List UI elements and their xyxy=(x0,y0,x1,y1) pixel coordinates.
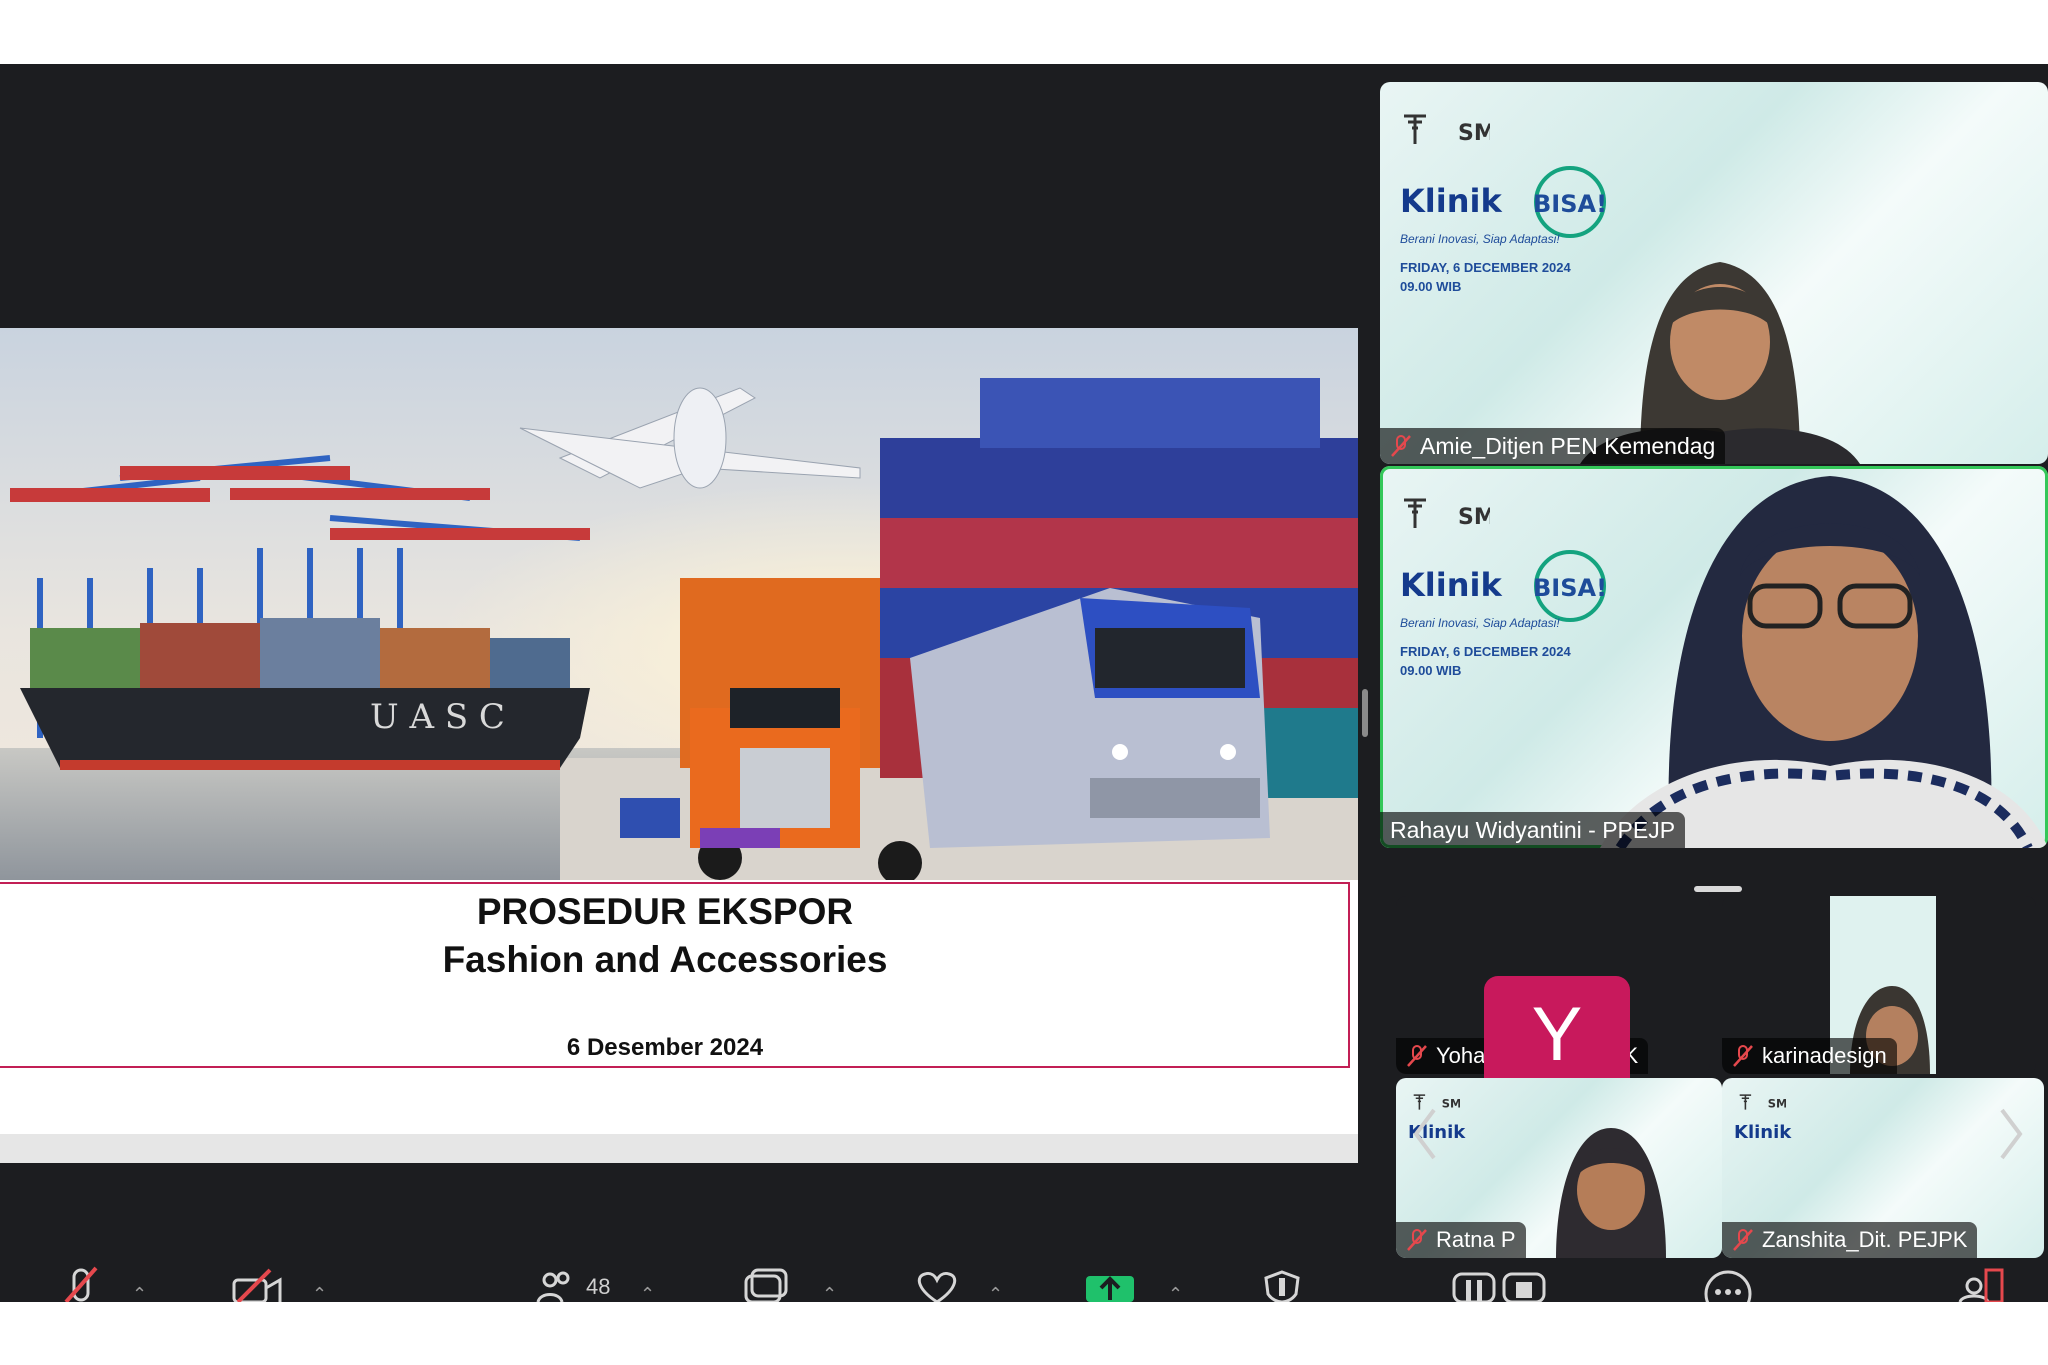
participant-name: Ratna P xyxy=(1436,1227,1516,1252)
video-tile-karinadesign[interactable]: karinadesign xyxy=(1722,896,2036,1074)
backdrop-tagline: Berani Inovasi, Siap Adaptasi! xyxy=(1400,616,1560,630)
organizer-logos-icon: SMS xyxy=(1739,1094,1786,1111)
mic-muted-icon xyxy=(1391,435,1411,457)
bisa-badge-icon: BISA! xyxy=(1533,166,1607,238)
leave-or-apps-icon[interactable] xyxy=(1956,1264,2008,1302)
svg-text:SMS: SMS xyxy=(1458,121,1490,146)
svg-text:SMS: SMS xyxy=(1768,1097,1786,1111)
mic-muted-icon xyxy=(1733,1229,1753,1251)
backdrop-date: FRIDAY, 6 DECEMBER 2024 09.00 WIB xyxy=(1400,642,1571,680)
avatar: Y xyxy=(1484,976,1630,1094)
meeting-window: U A S C PROSEDUR EKSPOR Fashion and Acce… xyxy=(0,64,2048,1302)
participant-name-tag: Ratna P xyxy=(1396,1222,1526,1258)
backdrop-klinik-text: Klinik xyxy=(1734,1122,1792,1143)
mic-muted-icon xyxy=(1733,1045,1753,1067)
organizer-logos-icon: SMS xyxy=(1404,498,1490,530)
chat-icon[interactable] xyxy=(740,1264,788,1302)
participant-name: Rahayu Widyantini - PPEJP xyxy=(1390,817,1676,843)
video-tile-rahayu[interactable]: SMS Klinik BISA! Berani Inovasi, Siap Ad… xyxy=(1380,466,2048,848)
video-tile-amie[interactable]: SMS Klinik BISA! Berani Inovasi, Siap Ad… xyxy=(1380,82,2048,464)
slide-title-box: PROSEDUR EKSPOR Fashion and Accessories … xyxy=(0,882,1350,1068)
backdrop-time-line: 09.00 WIB xyxy=(1400,663,1462,678)
video-tile-ratna[interactable]: SMS Klinik Ratna P xyxy=(1396,1078,1722,1258)
video-off-icon[interactable] xyxy=(230,1264,286,1302)
backdrop-tagline: Berani Inovasi, Siap Adaptasi! xyxy=(1400,232,1560,246)
participants-count: 48 xyxy=(586,1274,611,1299)
shared-screen[interactable]: U A S C PROSEDUR EKSPOR Fashion and Acce… xyxy=(0,328,1358,1163)
bisa-badge-icon: BISA! xyxy=(1533,550,1607,622)
participant-name: karinadesign xyxy=(1762,1043,1887,1068)
participant-video-rahayu xyxy=(1600,476,2048,848)
participant-name-tag: Zanshita_Dit. PEJPK xyxy=(1722,1222,1978,1258)
reactions-heart-icon[interactable] xyxy=(912,1264,962,1302)
organizer-logos-icon: SMS xyxy=(1404,114,1490,146)
slide-subtitle: Fashion and Accessories xyxy=(442,939,888,980)
mic-muted-icon xyxy=(1407,1045,1427,1067)
reactions-options-chevron-icon[interactable]: ⌃ xyxy=(988,1284,1003,1302)
share-screen-icon[interactable] xyxy=(1086,1264,1134,1302)
slide-photo-logistics: U A S C xyxy=(0,328,1358,880)
backdrop-time-line: 09.00 WIB xyxy=(1400,279,1462,294)
svg-text:BISA!: BISA! xyxy=(1533,190,1607,218)
participant-name-tag: Amie_Ditjen PEN Kemendag xyxy=(1380,428,1726,464)
participants-icon[interactable] xyxy=(536,1264,572,1302)
svg-text:SMS: SMS xyxy=(1442,1097,1460,1111)
video-options-chevron-icon[interactable]: ⌃ xyxy=(312,1284,327,1302)
gallery-next-icon[interactable] xyxy=(1996,1104,2026,1164)
meeting-toolbar: ⌃ ⌃ 48 ⌃ ⌃ ⌃ ⌃ xyxy=(0,1264,2048,1302)
chat-options-chevron-icon[interactable]: ⌃ xyxy=(822,1284,837,1302)
slide-date: 6 Desember 2024 xyxy=(566,1034,764,1061)
split-resize-handle[interactable] xyxy=(1362,689,1368,737)
share-options-chevron-icon[interactable]: ⌃ xyxy=(1168,1284,1183,1302)
participant-name-tag: Rahayu Widyantini - PPEJP xyxy=(1380,812,1686,848)
backdrop-date-line: FRIDAY, 6 DECEMBER 2024 xyxy=(1400,644,1571,659)
slide-title: PROSEDUR EKSPOR xyxy=(476,891,854,932)
record-pause-stop-icon[interactable] xyxy=(1452,1264,1548,1302)
participant-video-ratna xyxy=(1556,1128,1666,1258)
participants-options-chevron-icon[interactable]: ⌃ xyxy=(640,1284,655,1302)
gallery-resize-handle[interactable] xyxy=(1694,886,1742,892)
participant-name: Zanshita_Dit. PEJPK xyxy=(1762,1227,1968,1252)
participant-name: Amie_Ditjen PEN Kemendag xyxy=(1420,433,1716,459)
mic-options-chevron-icon[interactable]: ⌃ xyxy=(132,1284,147,1302)
mic-muted-icon[interactable] xyxy=(60,1264,102,1302)
more-options-icon[interactable] xyxy=(1702,1264,1754,1302)
svg-text:BISA!: BISA! xyxy=(1533,574,1607,602)
backdrop-date-line: FRIDAY, 6 DECEMBER 2024 xyxy=(1400,260,1571,275)
ship-lettering: U A S C xyxy=(370,697,505,737)
backdrop-date: FRIDAY, 6 DECEMBER 2024 09.00 WIB xyxy=(1400,258,1571,296)
security-shield-icon[interactable] xyxy=(1262,1264,1302,1302)
slide-footer-bar xyxy=(0,1134,1358,1163)
backdrop-klinik-text: Klinik xyxy=(1400,182,1502,220)
gallery-prev-icon[interactable] xyxy=(1410,1104,1440,1164)
mic-muted-icon xyxy=(1407,1229,1427,1251)
participant-name-tag: karinadesign xyxy=(1722,1038,1897,1074)
backdrop-klinik-text: Klinik xyxy=(1400,566,1502,604)
svg-text:SMS: SMS xyxy=(1458,505,1490,530)
